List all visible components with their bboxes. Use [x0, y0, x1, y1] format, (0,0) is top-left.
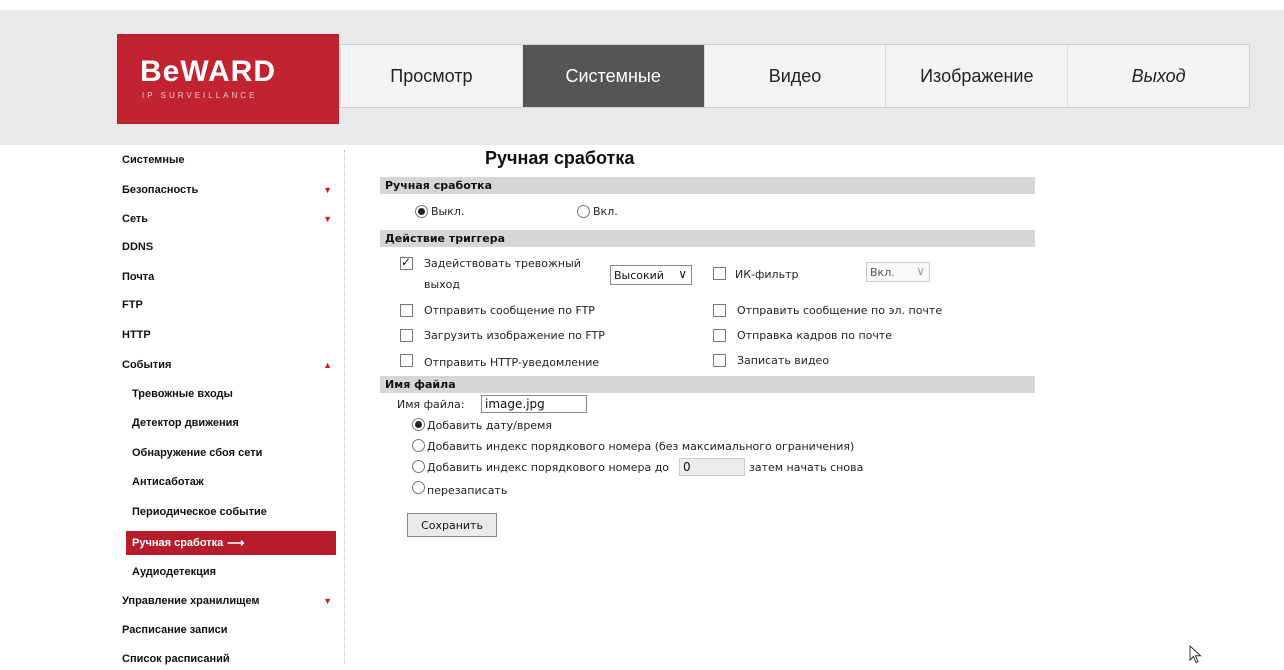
tab-video[interactable]: Видео — [705, 45, 887, 107]
email-message-checkbox[interactable] — [713, 304, 726, 317]
datetime-label: Добавить дату/время — [427, 419, 552, 432]
collapse-arrow-icon: ▲ — [323, 360, 332, 370]
sidebar-divider — [344, 150, 345, 664]
sidebar-item-ddns[interactable]: DDNS — [122, 236, 342, 258]
alarm-output-label-line1: Задействовать тревожный — [424, 257, 581, 270]
section-header-filename: Имя файла — [380, 376, 1035, 393]
mail-frames-label: Отправка кадров по почте — [737, 329, 893, 342]
sidebar-item-mail[interactable]: Почта — [122, 266, 342, 288]
sidebar-item-label: HTTP — [122, 329, 151, 341]
logo-tagline: IP SURVEILLANCE — [142, 91, 258, 100]
chevron-down-icon: ∨ — [678, 267, 687, 281]
manual-off-label: Выкл. — [431, 205, 465, 218]
chevron-down-icon: ∨ — [916, 264, 925, 278]
sidebar-item-network[interactable]: Сеть ▼ — [122, 208, 342, 230]
ir-filter-label: ИК-фильтр — [735, 268, 799, 281]
sidebar-item-label: FTP — [122, 299, 143, 311]
ftp-upload-checkbox[interactable] — [400, 329, 413, 342]
index-upto-radio[interactable] — [412, 460, 425, 473]
record-video-checkbox[interactable] — [713, 354, 726, 367]
sidebar-item-label: Периодическое событие — [132, 506, 267, 518]
sidebar-item-label: Аудиодетекция — [132, 566, 217, 578]
expand-arrow-icon: ▼ — [323, 214, 332, 224]
sidebar-item-periodic-event[interactable]: Периодическое событие — [122, 501, 334, 523]
overwrite-radio[interactable] — [412, 481, 425, 494]
email-message-label: Отправить сообщение по эл. почте — [737, 304, 943, 317]
sidebar-item-label: Почта — [122, 271, 155, 283]
overwrite-label: перезаписать — [427, 484, 508, 497]
tab-logout[interactable]: Выход — [1068, 45, 1249, 107]
top-navbar: Просмотр Системные Видео Изображение Вых… — [340, 44, 1250, 108]
index-upto-input[interactable]: 0 — [679, 458, 745, 476]
index-unlimited-radio[interactable] — [412, 439, 425, 452]
sidebar-item-http[interactable]: HTTP — [122, 324, 342, 346]
sidebar-item-schedule-list[interactable]: Список расписаний — [122, 648, 342, 670]
sidebar-item-label: Детектор движения — [132, 417, 239, 429]
section-header-manual: Ручная сработка — [380, 177, 1035, 194]
alarm-output-checkbox[interactable] — [400, 255, 413, 270]
filename-label: Имя файла: — [397, 398, 465, 411]
sidebar-item-label: Ручная сработка — [132, 537, 224, 549]
sidebar-item-network-failure[interactable]: Обнаружение сбоя сети — [122, 442, 334, 464]
sidebar-item-manual-trigger[interactable]: Ручная сработка ⟶ — [126, 531, 336, 555]
sidebar-item-label: Сеть — [122, 213, 149, 225]
ir-filter-select[interactable]: Вкл. ∨ — [866, 262, 930, 282]
tab-view[interactable]: Просмотр — [341, 45, 523, 107]
http-notify-checkbox[interactable] — [400, 354, 413, 367]
sidebar-item-system[interactable]: Системные — [122, 149, 342, 171]
alarm-output-label-line2: выход — [424, 278, 461, 291]
sidebar-item-label: События — [122, 359, 172, 371]
index-upto-label: Добавить индекс порядкового номера до — [427, 461, 670, 474]
sidebar-item-storage[interactable]: Управление хранилищем ▼ — [122, 590, 342, 612]
expand-arrow-icon: ▼ — [323, 596, 332, 606]
beward-logo: BeWARD IP SURVEILLANCE — [118, 35, 338, 123]
ir-filter-checkbox[interactable] — [713, 267, 726, 280]
sidebar-item-motion-detector[interactable]: Детектор движения — [122, 412, 334, 434]
sidebar-item-security[interactable]: Безопасность ▼ — [122, 179, 342, 201]
alarm-level-value: Высокий — [614, 268, 664, 282]
mouse-cursor-icon — [1189, 645, 1202, 664]
ftp-message-label: Отправить сообщение по FTP — [424, 304, 595, 317]
logo-brand: BeWARD — [140, 55, 277, 88]
ftp-message-checkbox[interactable] — [400, 304, 413, 317]
sidebar-item-label: Обнаружение сбоя сети — [132, 447, 263, 459]
sidebar-item-record-schedule[interactable]: Расписание записи — [122, 619, 342, 641]
section-header-trigger: Действие триггера — [380, 230, 1035, 247]
http-notify-label: Отправить HTTP-уведомление — [424, 356, 600, 369]
manual-on-label: Вкл. — [593, 205, 618, 218]
page-title: Ручная сработка — [485, 148, 635, 168]
sidebar-item-label: Тревожные входы — [132, 388, 233, 400]
arrow-right-icon: ⟶ — [227, 536, 245, 550]
sidebar-item-label: Список расписаний — [122, 653, 230, 665]
save-button[interactable]: Сохранить — [407, 513, 497, 537]
filename-input[interactable]: image.jpg — [481, 395, 587, 413]
sidebar-item-ftp[interactable]: FTP — [122, 294, 342, 316]
mail-frames-checkbox[interactable] — [713, 329, 726, 342]
sidebar-item-label: Расписание записи — [122, 624, 228, 636]
sidebar-item-label: Управление хранилищем — [122, 595, 260, 607]
tab-system[interactable]: Системные — [522, 45, 705, 107]
sidebar-item-label: DDNS — [122, 241, 154, 253]
expand-arrow-icon: ▼ — [323, 185, 332, 195]
ir-filter-value: Вкл. — [870, 265, 895, 279]
sidebar-item-alarm-inputs[interactable]: Тревожные входы — [122, 383, 334, 405]
sidebar-item-tamper[interactable]: Антисаботаж — [122, 471, 334, 493]
index-unlimited-label: Добавить индекс порядкового номера (без … — [427, 440, 855, 453]
sidebar-item-label: Системные — [122, 154, 185, 166]
sidebar-item-audio-detection[interactable]: Аудиодетекция — [122, 561, 334, 583]
alarm-level-select[interactable]: Высокий ∨ — [610, 265, 692, 285]
tab-image[interactable]: Изображение — [886, 45, 1069, 107]
datetime-radio[interactable] — [412, 418, 425, 431]
record-video-label: Записать видео — [737, 354, 830, 367]
ftp-upload-label: Загрузить изображение по FTP — [424, 329, 605, 342]
restart-label: затем начать снова — [749, 461, 864, 474]
manual-on-radio[interactable] — [577, 205, 590, 218]
sidebar-item-events[interactable]: События ▲ — [122, 354, 342, 376]
sidebar-item-label: Безопасность — [122, 184, 199, 196]
sidebar-item-label: Антисаботаж — [132, 476, 204, 488]
manual-off-radio[interactable] — [415, 205, 428, 218]
